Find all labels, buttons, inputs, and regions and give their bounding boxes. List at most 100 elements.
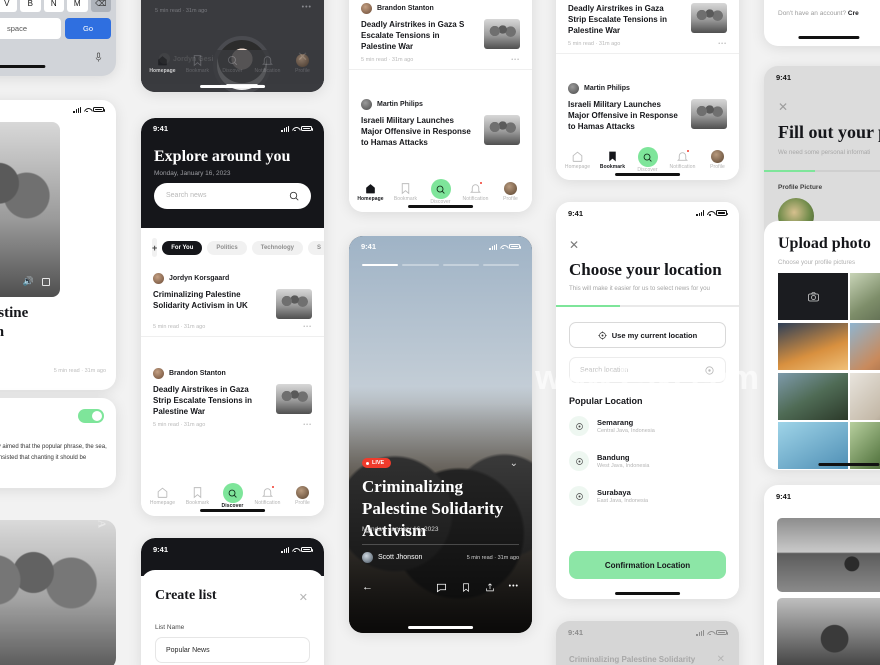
tab-bookmark[interactable]: Bookmark <box>180 54 215 74</box>
table-row[interactable]: Martin Philips Israeli Military Launches… <box>556 76 739 138</box>
space-key[interactable]: space <box>0 18 61 39</box>
pill-for-you[interactable]: For You <box>162 240 203 255</box>
wifi-icon <box>84 107 91 113</box>
share-icon[interactable] <box>485 582 495 593</box>
photo-tile[interactable] <box>850 372 880 420</box>
more-icon[interactable]: ••• <box>303 422 312 428</box>
list-name-input[interactable]: Popular News <box>155 637 310 663</box>
updates-toggle[interactable] <box>78 409 104 423</box>
tab-homepage[interactable]: Homepage <box>145 54 180 74</box>
tab-bookmark[interactable]: Bookmark <box>595 150 630 170</box>
tab-label: Discover <box>222 68 243 75</box>
use-current-location-button[interactable]: Use my current location <box>569 322 726 348</box>
status-bar: 9:41 <box>556 202 739 219</box>
gallery-photo-2[interactable] <box>777 598 880 665</box>
tab-notification[interactable]: Notification <box>250 484 285 507</box>
list-item[interactable]: Bandung West Java, Indonesia <box>569 451 726 471</box>
home-indicator <box>199 509 266 512</box>
tab-label: Notification <box>669 164 696 171</box>
tab-profile[interactable]: Profile <box>493 181 528 203</box>
wifi-icon <box>292 126 299 132</box>
back-arrow-icon[interactable]: ← <box>362 581 373 593</box>
key-n[interactable]: N <box>43 0 64 12</box>
more-icon[interactable]: ••• <box>509 583 519 590</box>
key-b[interactable]: B <box>20 0 41 12</box>
chevron-down-icon[interactable]: ⌄ <box>510 458 518 469</box>
tab-profile[interactable]: Profile <box>285 53 320 74</box>
search-input[interactable]: Search news <box>154 183 311 209</box>
fullscreen-icon[interactable] <box>42 278 50 286</box>
tab-profile[interactable]: Profile <box>700 149 735 170</box>
tab-homepage[interactable]: Homepage <box>353 182 388 202</box>
comment-icon[interactable] <box>436 582 447 593</box>
volume-icon[interactable]: 🔊 <box>23 276 34 287</box>
read-time: 5 min read <box>153 324 179 330</box>
table-row[interactable]: Jordyn Korsgaard Criminalizing Palestine… <box>141 266 324 337</box>
more-icon[interactable]: ••• <box>303 324 312 330</box>
more-icon[interactable]: ••• <box>511 57 520 63</box>
tab-notification[interactable]: Notification <box>665 148 700 171</box>
key-v[interactable]: V <box>0 0 17 12</box>
table-row[interactable]: Brandon Stanton Deadly Airstrikes in Gaz… <box>141 361 324 434</box>
target-icon[interactable] <box>704 365 715 376</box>
profile-picture-label: Profile Picture <box>778 184 823 191</box>
article-video[interactable]: 🔊 <box>0 122 60 297</box>
tab-discover[interactable]: Discover <box>423 179 458 205</box>
battery-icon <box>716 629 729 636</box>
tab-label: Notification <box>254 68 281 75</box>
gallery-photo-1[interactable] <box>777 518 880 592</box>
list-item[interactable]: Semarang Central Java, Indonesia <box>569 416 726 436</box>
tab-bookmark[interactable]: Bookmark <box>388 182 423 202</box>
photo-tile[interactable] <box>778 372 848 420</box>
discover-button[interactable] <box>430 179 451 200</box>
tab-homepage[interactable]: Homepage <box>560 150 595 170</box>
story-actions: ← ••• <box>362 581 519 593</box>
close-icon[interactable]: ✕ <box>717 654 725 665</box>
overlay-more-icon[interactable]: ••• <box>302 4 312 11</box>
confirmation-location-button[interactable]: Confirmation Location <box>569 551 726 579</box>
time-ago: 31m ago <box>391 57 414 63</box>
tab-homepage[interactable]: Homepage <box>145 486 180 506</box>
pill-sports[interactable]: S <box>307 240 324 255</box>
article-thumbnail <box>276 384 312 414</box>
tab-discover[interactable]: Discover <box>215 54 250 75</box>
tab-discover[interactable]: Discover <box>630 147 665 173</box>
keyboard-row: C V B N M ⌫ <box>0 0 116 12</box>
go-key[interactable]: Go <box>65 18 111 39</box>
microphone-icon[interactable] <box>95 50 102 62</box>
close-icon[interactable]: ✕ <box>569 238 579 252</box>
close-icon[interactable]: ✕ <box>778 100 788 114</box>
search-location-input[interactable]: Search location <box>569 357 726 383</box>
photo-tile[interactable] <box>850 273 880 320</box>
avatar <box>361 3 372 14</box>
create-list-title: Create list <box>155 588 217 603</box>
tab-profile[interactable]: Profile <box>285 485 320 506</box>
discover-button[interactable] <box>637 147 658 168</box>
tab-label: Profile <box>503 196 518 203</box>
list-item[interactable]: Surabaya East Java, Indonesia <box>569 486 726 506</box>
tab-discover[interactable]: Discover <box>215 483 250 509</box>
tab-bookmark[interactable]: Bookmark <box>180 486 215 506</box>
pill-politics[interactable]: Politics <box>207 240 247 255</box>
backspace-key[interactable]: ⌫ <box>90 0 111 12</box>
create-account-link[interactable]: Cre <box>848 10 859 17</box>
bookmark-icon[interactable] <box>461 582 471 593</box>
gallery-phone: 9:41 <box>764 485 880 665</box>
add-category-button[interactable]: + <box>152 238 158 257</box>
table-row[interactable]: Brandon Stanton Deadly Airstrikes in Gaz… <box>349 0 532 70</box>
tab-label: Notification <box>254 500 281 507</box>
more-icon[interactable]: ••• <box>718 41 727 47</box>
close-icon[interactable]: ✕ <box>299 591 308 604</box>
discover-button[interactable] <box>222 483 243 504</box>
photo-tile[interactable] <box>850 322 880 370</box>
pill-technology[interactable]: Technology <box>251 240 303 255</box>
tab-notification[interactable]: Notification <box>250 54 285 75</box>
avatar-icon <box>296 485 309 499</box>
key-m[interactable]: M <box>67 0 88 12</box>
camera-tile[interactable] <box>778 273 848 320</box>
tab-notification[interactable]: Notification <box>458 180 493 202</box>
table-row[interactable]: Martin Philips Israeli Military Launches… <box>349 92 532 154</box>
photo-tile[interactable] <box>778 322 848 370</box>
search-placeholder: Search news <box>166 192 207 199</box>
table-row[interactable]: Deadly Airstrikes in Gaza Strip Escalate… <box>556 0 739 54</box>
